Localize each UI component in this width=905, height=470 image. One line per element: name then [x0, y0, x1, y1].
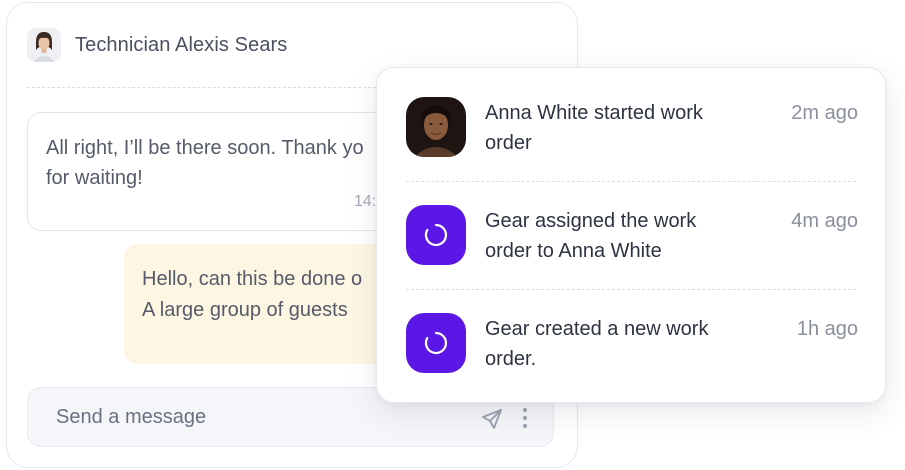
activity-item[interactable]: Gear created a new work order. 1h ago — [406, 313, 858, 377]
gear-spinner-icon — [406, 205, 466, 265]
activity-divider — [406, 289, 856, 290]
message-line: for waiting! — [46, 167, 143, 189]
send-icon[interactable] — [480, 407, 504, 431]
app-stage: Technician Alexis Sears All right, I’ll … — [0, 0, 905, 470]
activity-text: Gear assigned the work order to Anna Whi… — [485, 210, 697, 262]
activity-time: 1h ago — [796, 318, 858, 340]
more-vertical-icon[interactable] — [522, 406, 528, 430]
chat-title: Technician Alexis Sears — [75, 33, 288, 56]
activity-text: Anna White started work order — [485, 102, 703, 154]
message-line: All right, I’ll be there soon. Thank yo — [46, 137, 364, 159]
activity-text: Gear created a new work order. — [485, 318, 709, 370]
activity-time: 2m ago — [791, 102, 858, 124]
activity-time: 4m ago — [791, 210, 858, 232]
activity-item[interactable]: Gear assigned the work order to Anna Whi… — [406, 205, 858, 269]
anna-white-avatar — [406, 97, 466, 157]
activity-item[interactable]: Anna White started work order 2m ago — [406, 97, 858, 161]
message-input[interactable] — [56, 405, 436, 429]
activity-divider — [406, 181, 856, 182]
activity-panel: Anna White started work order 2m ago Gea… — [376, 67, 886, 403]
gear-spinner-icon — [406, 313, 466, 373]
technician-avatar[interactable] — [27, 28, 61, 62]
message-timestamp: 14: — [354, 193, 377, 210]
